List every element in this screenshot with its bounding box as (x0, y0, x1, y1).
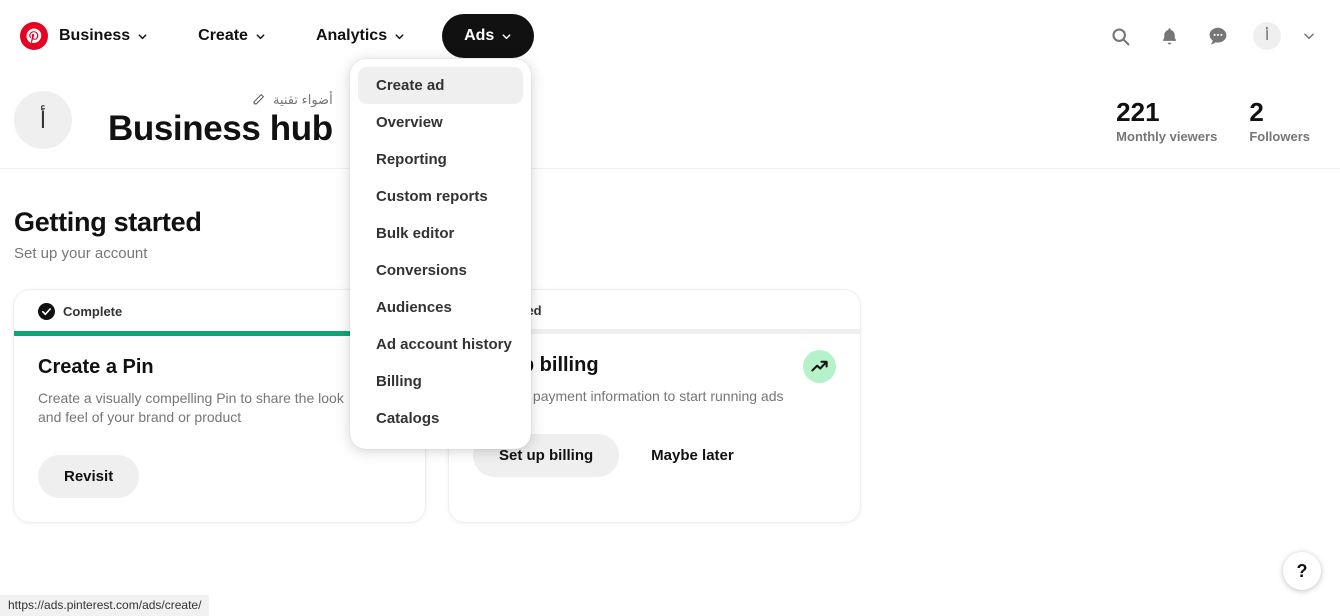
stat-followers-label: Followers (1249, 128, 1310, 144)
dropdown-item-conversions[interactable]: Conversions (358, 252, 523, 289)
dropdown-item-reporting[interactable]: Reporting (358, 141, 523, 178)
chat-icon[interactable] (1198, 16, 1238, 56)
getting-started-cards: Complete Create a Pin Create a visually … (14, 290, 1320, 522)
nav-item-ads-label: Ads (464, 27, 495, 44)
stat-monthly-viewers: 221 Monthly viewers (1116, 97, 1217, 144)
dropdown-item-overview[interactable]: Overview (358, 104, 523, 141)
getting-started-subtitle: Set up your account (14, 245, 148, 262)
nav-left-group: Business Create Analytics Ads (20, 14, 535, 58)
chevron-down-icon (501, 31, 512, 42)
pinterest-logo-icon[interactable] (20, 22, 48, 50)
dropdown-item-bulk-editor[interactable]: Bulk editor (358, 215, 523, 252)
card-actions: Revisit (38, 455, 401, 498)
dropdown-item-billing[interactable]: Billing (358, 363, 523, 400)
stat-followers: 2 Followers (1249, 97, 1310, 144)
dropdown-item-create-ad[interactable]: Create ad (358, 67, 523, 104)
profile-header: أ أضواء تقنية Business hub 221 Monthly v… (0, 72, 1340, 168)
status-badge-label: Complete (63, 304, 123, 319)
stat-monthly-viewers-value: 221 (1116, 96, 1160, 127)
ads-dropdown-menu: Create ad Overview Reporting Custom repo… (350, 59, 531, 449)
dropdown-item-catalogs[interactable]: Catalogs (358, 400, 523, 437)
nav-item-ads[interactable]: Ads (442, 14, 535, 58)
nav-right-group: أ (1100, 16, 1322, 56)
revisit-button[interactable]: Revisit (38, 455, 140, 498)
chevron-down-icon (255, 31, 266, 42)
nav-item-business[interactable]: Business (57, 18, 161, 54)
nav-item-create-label: Create (198, 27, 248, 44)
avatar[interactable]: أ (1247, 16, 1287, 56)
profile-avatar[interactable]: أ (14, 91, 72, 149)
search-icon[interactable] (1100, 16, 1140, 56)
nav-item-business-label: Business (59, 27, 131, 44)
nav-item-create[interactable]: Create (185, 18, 279, 54)
stat-followers-value: 2 (1249, 96, 1264, 127)
top-navigation-bar: Business Create Analytics Ads أ (0, 0, 1340, 72)
getting-started-title: Getting started (14, 207, 202, 237)
card-title: Create a Pin (38, 356, 154, 378)
nav-item-analytics-label: Analytics (315, 27, 388, 44)
account-menu-chevron-down-icon[interactable] (1296, 16, 1322, 56)
profile-stats: 221 Monthly viewers 2 Followers (1116, 97, 1320, 144)
trending-up-icon (803, 350, 836, 383)
dropdown-item-audiences[interactable]: Audiences (358, 289, 523, 326)
profile-avatar-initial: أ (39, 106, 47, 133)
dropdown-item-custom-reports[interactable]: Custom reports (358, 178, 523, 215)
status-bar-url: https://ads.pinterest.com/ads/create/ (0, 595, 210, 616)
chevron-down-icon (137, 31, 148, 42)
getting-started-section: Getting started Set up your account Comp… (0, 169, 1340, 522)
bell-icon[interactable] (1149, 16, 1189, 56)
stat-monthly-viewers-label: Monthly viewers (1116, 128, 1218, 144)
account-name-row: أضواء تقنية (108, 92, 333, 108)
page-title: Business hub (108, 108, 333, 148)
pencil-icon[interactable] (252, 93, 265, 106)
profile-text-group: أضواء تقنية Business hub (108, 92, 333, 149)
check-circle-icon (38, 303, 55, 320)
help-button[interactable]: ? (1283, 552, 1321, 590)
chevron-down-icon (394, 31, 405, 42)
dropdown-item-ad-account-history[interactable]: Ad account history (358, 326, 523, 363)
maybe-later-button[interactable]: Maybe later (631, 434, 754, 477)
account-name: أضواء تقنية (272, 91, 333, 107)
avatar-initial: أ (1253, 22, 1281, 50)
card-description: Create a visually compelling Pin to shar… (38, 390, 344, 425)
nav-item-analytics[interactable]: Analytics (303, 18, 418, 54)
